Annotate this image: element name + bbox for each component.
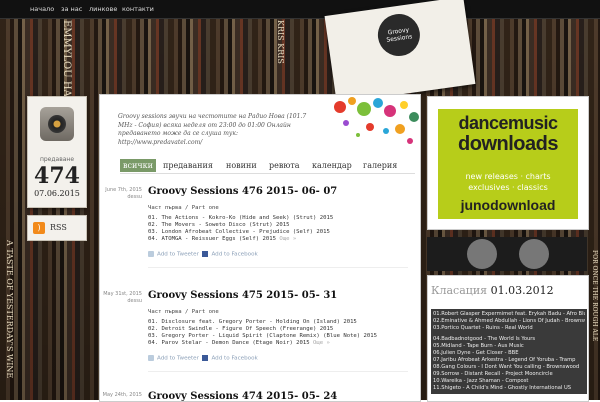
post-title[interactable]: Groovy Sessions 474 2015- 05- 24: [148, 391, 337, 401]
dj-face: [519, 239, 549, 269]
read-more-link[interactable]: Още »: [313, 340, 330, 346]
chart-item[interactable]: 05.Midland - Tape Burn - Aus Music: [433, 343, 585, 350]
track-line: 04. ATOMGA - Reissuer Eggs (Self) 2015 О…: [148, 236, 296, 243]
post-date: May 31st, 2015: [103, 291, 142, 297]
tab-gallery[interactable]: галерия: [360, 159, 400, 172]
tab-shows[interactable]: предавания: [160, 159, 216, 172]
track-text: 04. ATOMGA - Reissuer Eggs (Self) 2015: [148, 236, 276, 242]
nav-about[interactable]: за нас: [61, 5, 82, 13]
ad-green-panel: dancemusic downloads new releases · char…: [438, 109, 578, 219]
ad-brand: junodownload: [460, 197, 556, 213]
rss-link[interactable]: ) RSS: [27, 215, 87, 241]
category-tabs: всички предавания новини ревюта календар…: [120, 159, 420, 173]
post-part: Част първа / Part one: [148, 205, 219, 211]
edition-widget: предаване 474 07.06.2015: [27, 96, 87, 208]
read-more-link[interactable]: Още »: [279, 236, 296, 242]
chart-item[interactable]: 09.Sorrow - Distant Recall - Project Moo…: [433, 371, 585, 378]
nav-contacts[interactable]: контакти: [122, 5, 154, 13]
ad-headline-2: downloads: [458, 133, 558, 155]
track-line: 02. The Movers - Soweto Disco (Strut) 20…: [148, 222, 290, 228]
spine-text-4: FOR ONCE THE ROUGH ALE: [591, 250, 598, 342]
share-row: Add to Tweeter Add to Facebook: [148, 251, 258, 258]
chart-item[interactable]: 08.Gang Colours - I Dont Want You callin…: [433, 364, 585, 371]
djs-photo: [427, 237, 587, 271]
main-content: Groovy sessions звучи на честотите на Ра…: [99, 94, 421, 402]
post-part: Част първа / Part one: [148, 309, 219, 315]
tweet-link[interactable]: Add to Tweeter: [157, 252, 199, 258]
spine-text-2: A TASTE OF YESTERDAY'S WINE: [5, 240, 14, 379]
juno-ad-banner[interactable]: dancemusic downloads new releases · char…: [427, 96, 589, 230]
post-separator: [148, 267, 408, 268]
chart-item[interactable]: 07.Jaribu Afrobeat Arkestra - Legend Of …: [433, 357, 585, 364]
track-text: 04. Parov Stelar - Demon Dance (Etage No…: [148, 340, 310, 346]
dj-face: [467, 239, 497, 269]
ad-tagline-2: exclusives · classics: [468, 183, 548, 192]
tab-reviews[interactable]: ревюта: [266, 159, 303, 172]
post-author: dessu: [127, 194, 142, 200]
facebook-link[interactable]: Add to Facebook: [211, 252, 257, 258]
chart-date: 01.03.2012: [490, 284, 554, 297]
track-line: 03. London Afrobeat Collective - Prejudi…: [148, 229, 330, 235]
chart-list-rest: 04.Badbadnotgood - The World Is Yours 05…: [431, 334, 587, 394]
facebook-link[interactable]: Add to Facebook: [211, 356, 257, 362]
track-line: 01. The Actions - Kokro-Ko (Hide and See…: [148, 215, 334, 221]
edition-date: 07.06.2015: [34, 189, 80, 198]
track-line: 04. Parov Stelar - Demon Dance (Etage No…: [148, 340, 330, 347]
track-line: 03. Gregory Porter - Liquid Spirit (Clap…: [148, 333, 378, 339]
site-tagline: Groovy sessions звучи на честотите на Ра…: [118, 113, 307, 146]
nav-home[interactable]: начало: [30, 5, 54, 13]
tweet-link[interactable]: Add to Tweeter: [157, 356, 199, 362]
chart-item[interactable]: 02.Eminative & Ahmed Abdullah - Lions Of…: [433, 318, 585, 325]
colorful-dots-decoration: [334, 97, 419, 144]
twitter-icon: [148, 355, 154, 361]
spine-text-3: KRIS KRIS: [276, 20, 285, 64]
edition-number: 474: [34, 163, 80, 189]
post-title[interactable]: Groovy Sessions 476 2015- 06- 07: [148, 186, 337, 197]
track-line: 02. Detroit Swindle - Figure Of Speech (…: [148, 326, 334, 332]
top-nav: начало за нас линкове контакти: [0, 0, 600, 19]
chart-widget: Класация 01.03.2012 01.Robert Glasper Ex…: [427, 275, 589, 402]
speaker-icon: [40, 107, 74, 141]
tab-news[interactable]: новини: [223, 159, 260, 172]
tab-calendar[interactable]: календар: [309, 159, 355, 172]
post-author: dessu: [127, 298, 142, 304]
post-separator: [148, 371, 408, 372]
post-date: June 7th, 2015: [105, 187, 142, 193]
edition-label: предаване: [39, 156, 75, 163]
track-line: 01. Disclosure feat. Gregory Porter - Ho…: [148, 319, 357, 325]
record-label: Groovy Sessions: [375, 11, 423, 59]
ad-tagline-1: new releases · charts: [465, 172, 551, 181]
ad-tagline: new releases · charts exclusives · classi…: [438, 171, 578, 193]
chart-item[interactable]: 06.Julien Dyne - Get Closer - BBE: [433, 350, 585, 357]
post-title[interactable]: Groovy Sessions 475 2015- 05- 31: [148, 290, 337, 301]
chart-item[interactable]: 04.Badbadnotgood - The World Is Yours: [433, 336, 585, 343]
post-date: May 24th, 2015: [102, 392, 142, 398]
rss-label: RSS: [50, 223, 67, 232]
chart-item[interactable]: 03.Portico Quartet - Ruins - Real World: [433, 325, 585, 332]
chart-item[interactable]: 01.Robert Glasper Expermimet feat. Eryka…: [433, 311, 585, 318]
nav-links[interactable]: линкове: [89, 5, 117, 13]
chart-item[interactable]: 10.Wareika - Jazz Shaman - Compost: [433, 378, 585, 385]
chart-list-top: 01.Robert Glasper Expermimet feat. Eryka…: [431, 309, 587, 334]
chart-item[interactable]: 11.Shigeto - A Child's Mind - Ghostly In…: [433, 385, 585, 392]
facebook-icon: [202, 251, 209, 257]
chart-label: Класация: [431, 284, 488, 297]
ad-headline-1: dancemusic: [458, 113, 558, 133]
tabs-divider: [120, 173, 415, 174]
facebook-icon: [202, 355, 209, 361]
rss-icon: ): [33, 222, 45, 234]
share-row: Add to Tweeter Add to Facebook: [148, 355, 258, 362]
twitter-icon: [148, 251, 154, 257]
chart-heading: Класация 01.03.2012: [431, 284, 554, 297]
tab-all[interactable]: всички: [120, 159, 156, 172]
